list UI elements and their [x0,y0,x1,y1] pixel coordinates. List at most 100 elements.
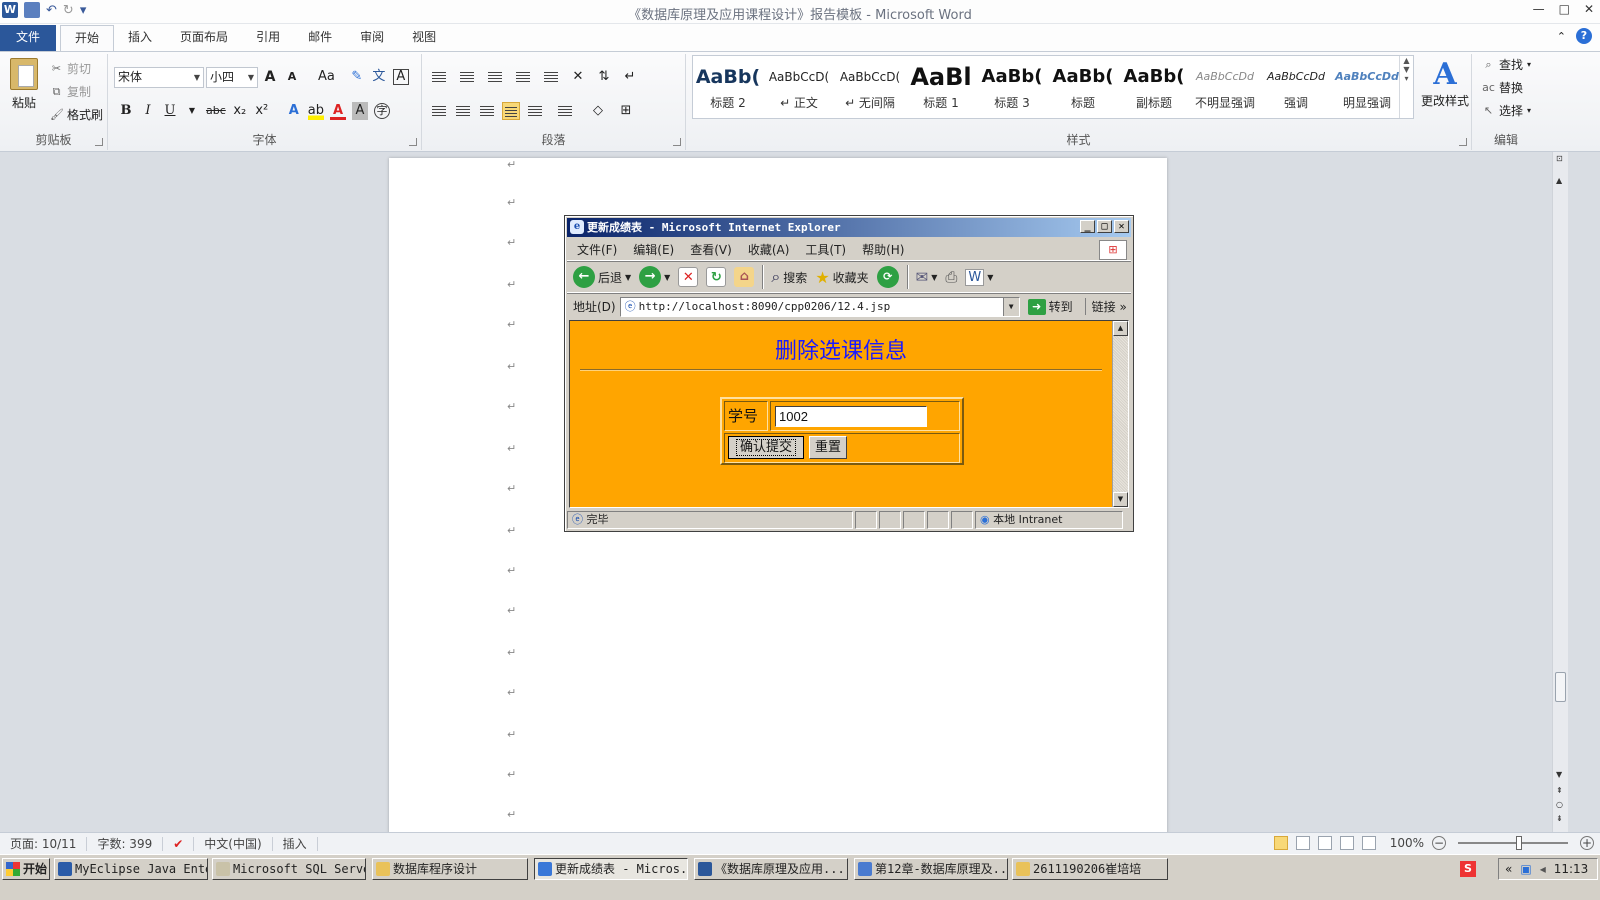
print-icon[interactable]: ⎙ [945,268,957,286]
strikethrough-button[interactable]: abc [206,102,226,120]
stop-icon[interactable]: ✕ [678,267,699,287]
refresh-icon[interactable]: ↻ [706,267,727,287]
tab-file[interactable]: 文件 [0,25,57,51]
next-page-icon[interactable]: ⇟ [1556,814,1563,823]
scroll-thumb[interactable] [1555,672,1566,702]
ie-favorites-button[interactable]: ★ 收藏夹 [815,268,868,287]
change-styles-button[interactable]: A 更改样式 [1420,58,1470,109]
dialog-launcher-icon[interactable] [409,138,417,146]
taskbar-item-myeclipse[interactable]: MyEclipse Java Ente... [54,858,208,880]
clear-formatting-icon[interactable]: ✎ [349,68,365,86]
change-case-button[interactable]: Aa [318,68,335,86]
style-intense-emphasis[interactable]: AaBbCcDd 明显强调 [1332,56,1402,118]
dialog-launcher-icon[interactable] [673,138,681,146]
outline-icon[interactable] [1339,836,1354,850]
shrink-font-button[interactable]: A [284,68,300,86]
enclose-character-icon[interactable]: 字 [374,103,390,119]
distributed-icon[interactable] [526,102,544,120]
ie-menu-file[interactable]: 文件(F) [577,241,617,258]
page-count[interactable]: 页面: 10/11 [0,836,88,851]
replace-button[interactable]: ac 替换 [1482,79,1531,96]
proofing-icon[interactable]: ✔ [163,836,195,851]
ime-icon[interactable]: S [1460,861,1476,877]
scroll-down-icon[interactable]: ▼ [1556,770,1562,779]
text-effects-icon[interactable]: A [286,102,302,120]
home-icon[interactable]: ⌂ [734,267,755,287]
submit-button[interactable]: 确认提交 [728,436,804,459]
ie-edit-button[interactable]: W ▼ [965,268,993,286]
ie-search-button[interactable]: ⌕ 搜索 [771,267,807,287]
go-button[interactable]: ➜ 转到 [1027,298,1073,315]
tab-references[interactable]: 引用 [242,25,294,51]
reset-button[interactable]: 重置 [809,436,847,459]
ie-menu-help[interactable]: 帮助(H) [862,241,904,258]
bold-button[interactable]: B [118,102,134,120]
browse-object-icon[interactable]: ○ [1556,800,1563,809]
tray-expand-icon[interactable]: « [1505,862,1512,876]
find-button[interactable]: ⌕ 查找 ▾ [1482,56,1531,73]
decrease-indent-icon[interactable] [514,68,532,86]
show-marks-icon[interactable]: ↵ [622,68,638,86]
tab-home[interactable]: 开始 [60,25,115,51]
numbering-icon[interactable] [458,68,476,86]
scroll-up-icon[interactable]: ▲ [1113,321,1128,336]
grow-font-button[interactable]: A [262,68,278,86]
tab-view[interactable]: 视图 [398,25,450,51]
ie-back-button[interactable]: ← 后退 ▼ [573,266,631,288]
zoom-slider[interactable] [1458,836,1568,850]
volume-icon[interactable]: ◂ [1540,862,1546,876]
chevron-down-icon[interactable]: ▼ [184,102,200,120]
style-no-spacing[interactable]: AaBbCcD(↵ 无间隔 [835,56,905,118]
shading-icon[interactable]: ◇ [590,102,606,120]
ie-close-button[interactable]: ✕ [1114,220,1129,233]
taskbar-item-sql-server[interactable]: Microsoft SQL Serve... [212,858,366,880]
zoom-level[interactable]: 100% [1390,836,1424,850]
increase-indent-icon[interactable] [542,68,560,86]
zoom-in-icon[interactable]: + [1580,836,1594,850]
style-heading-2[interactable]: AaBb(标题 2 [693,56,763,118]
subscript-button[interactable]: x₂ [232,102,248,120]
chevron-down-icon[interactable]: ▼ [1002,297,1019,316]
ruler-toggle-icon[interactable]: ⊡ [1556,154,1563,163]
ie-content-scrollbar[interactable]: ▲ ▼ [1112,321,1128,507]
ie-menu-view[interactable]: 查看(V) [690,241,732,258]
format-painter-button[interactable]: 🖌 格式刷 [50,106,103,123]
font-family-select[interactable]: 宋体 ▼ [114,67,204,88]
web-layout-icon[interactable] [1317,836,1332,850]
zoom-slider-knob[interactable] [1516,836,1522,850]
history-icon[interactable]: ⟳ [876,266,899,288]
phonetic-guide-icon[interactable]: 文 [371,68,387,86]
style-subtle-emphasis[interactable]: AaBbCcDd 不明显强调 [1190,56,1260,118]
paste-button[interactable]: 粘贴 [8,58,40,111]
help-icon[interactable]: ? [1576,28,1592,44]
taskbar-item-chapter12[interactable]: 第12章-数据库原理及... [854,858,1008,880]
links-button[interactable]: 链接 » [1084,298,1127,315]
dialog-launcher-icon[interactable] [95,138,103,146]
style-heading-3[interactable]: AaBb(标题 3 [977,56,1047,118]
insert-mode-indicator[interactable]: 插入 [273,836,318,851]
dialog-launcher-icon[interactable] [1459,138,1467,146]
cut-button[interactable]: ✂ 剪切 [50,60,103,77]
chinese-layout-icon[interactable]: ✕ [570,68,586,86]
italic-button[interactable]: I [140,102,156,120]
full-screen-reading-icon[interactable] [1295,836,1310,850]
style-heading-1[interactable]: AaBl 标题 1 [906,56,976,118]
student-id-input[interactable]: 1002 [775,406,927,427]
tab-insert[interactable]: 插入 [114,25,166,51]
ie-window-image[interactable]: e 更新成绩表 - Microsoft Internet Explorer _ … [564,215,1134,532]
taskbar-item-folder-db[interactable]: 数据库程序设计 [372,858,528,880]
style-normal[interactable]: AaBbCcD(↵ 正文 [764,56,834,118]
language-indicator[interactable]: 中文(中国) [194,836,273,851]
vertical-scrollbar[interactable]: ⊡ ▲ ▼ ⇞ ○ ⇟ [1552,152,1568,832]
draft-icon[interactable] [1361,836,1376,850]
character-border-icon[interactable]: A [392,69,409,85]
maximize-button[interactable]: □ [1559,2,1570,16]
tab-page-layout[interactable]: 页面布局 [166,25,242,51]
word-count[interactable]: 字数: 399 [87,836,164,851]
line-spacing-icon[interactable] [556,102,574,120]
ie-minimize-button[interactable]: _ [1080,220,1095,233]
copy-button[interactable]: ⧉ 复制 [50,83,103,100]
start-button[interactable]: 开始 [2,858,50,880]
ie-menu-favorites[interactable]: 收藏(A) [748,241,790,258]
sort-icon[interactable]: ⇅ [596,68,612,86]
